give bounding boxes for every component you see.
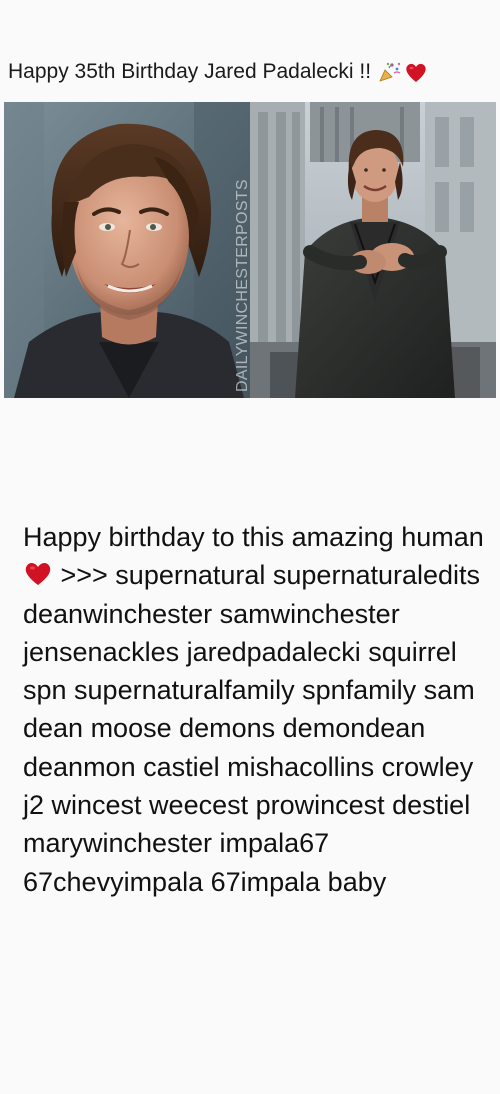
meme-page: Happy 35th Birthday Jared Padalecki !! D…	[0, 0, 500, 1094]
party-popper-icon	[379, 62, 401, 82]
red-heart-icon	[406, 63, 426, 82]
red-heart-icon	[25, 563, 51, 586]
caption-text: Happy birthday to this amazing human >>>…	[23, 518, 493, 901]
title-emojis	[377, 61, 428, 83]
meme-header: Happy 35th Birthday Jared Padalecki !!	[8, 56, 428, 88]
portrait-photo-left	[4, 102, 250, 398]
street-photo-right	[250, 102, 496, 398]
meme-image: DAILYWINCHESTERPOSTS	[4, 102, 496, 398]
caption-after-emoji: >>> supernatural supernaturaledits deanw…	[23, 560, 481, 897]
meme-title: Happy 35th Birthday Jared Padalecki !!	[8, 60, 372, 83]
caption-before-emoji: Happy birthday to this amazing human	[23, 522, 484, 552]
